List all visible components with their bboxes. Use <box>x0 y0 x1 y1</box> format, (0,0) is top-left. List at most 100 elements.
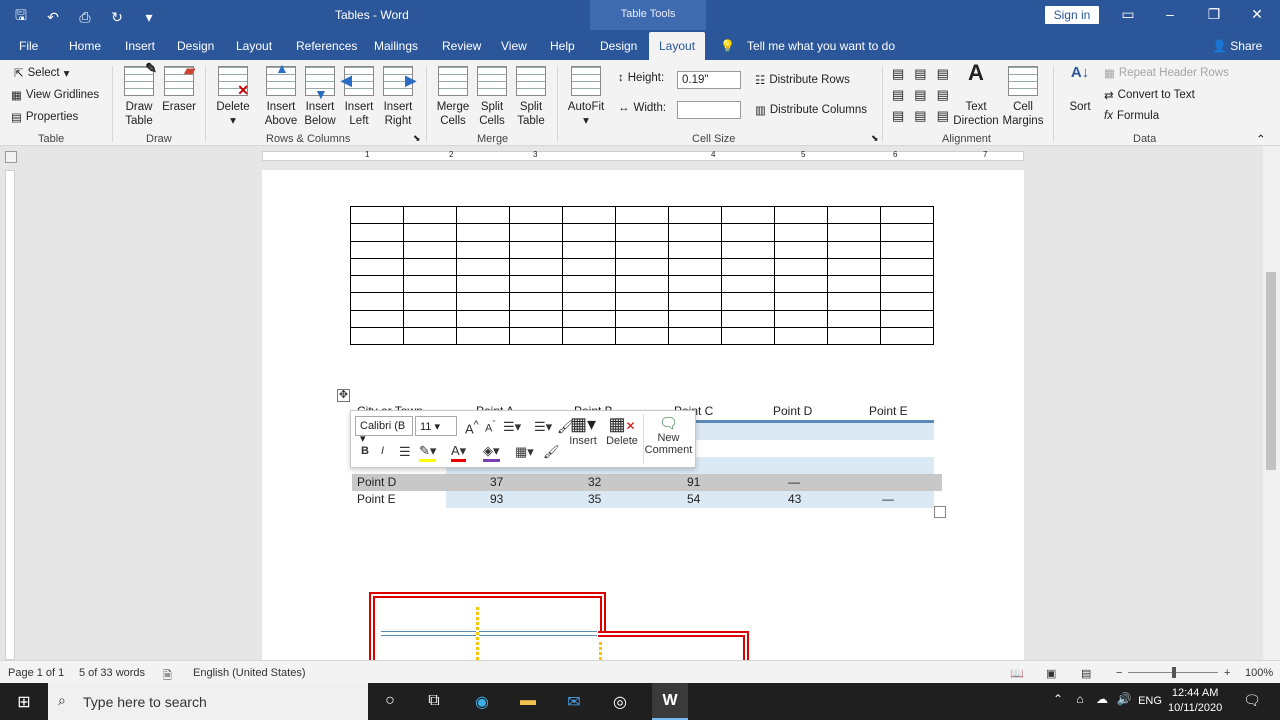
cortana-icon[interactable]: ○ <box>378 692 402 710</box>
align-bottom-center-icon[interactable]: ▤ <box>914 108 932 124</box>
header-cell[interactable]: Point D <box>773 404 812 418</box>
shrink-font-icon[interactable]: Aˇ <box>485 419 495 435</box>
borders-icon[interactable]: ▦▾ <box>515 444 534 460</box>
distribute-columns-button[interactable]: ▥ Distribute Columns <box>755 103 867 117</box>
table-cell[interactable]: — <box>882 492 894 506</box>
table-cell[interactable]: — <box>788 475 800 489</box>
ribbon-display-icon[interactable]: ▭ <box>1117 6 1139 23</box>
print-layout-icon[interactable]: ▣ <box>1046 667 1056 680</box>
row-label[interactable]: Point D <box>357 475 396 489</box>
ruler-tab-selector[interactable] <box>5 151 17 163</box>
insert-right-button[interactable]: ▶ Insert Right <box>379 66 417 128</box>
word-count[interactable]: 5 of 33 words <box>79 667 145 679</box>
save-icon[interactable]: 🖫 <box>12 5 30 29</box>
table-cell[interactable]: 35 <box>588 492 601 506</box>
clock[interactable]: 12:44 AM 10/11/2020 <box>1168 686 1222 716</box>
bordered-table-shape[interactable] <box>369 592 606 660</box>
mini-new-comment-button[interactable]: 🗨 New Comment <box>643 414 693 464</box>
convert-to-text-button[interactable]: ⇄ Convert to Text <box>1104 88 1195 102</box>
mini-insert-button[interactable]: ▦▾ Insert <box>563 414 603 464</box>
row-label[interactable]: Point E <box>357 492 396 506</box>
autofit-button[interactable]: AutoFit ▾ <box>565 66 607 128</box>
share-button[interactable]: 👤 Share <box>1212 39 1262 53</box>
zoom-slider-thumb[interactable] <box>1172 667 1176 678</box>
dialog-launcher-icon[interactable]: ⬊ <box>413 133 421 144</box>
language-indicator[interactable]: English (United States) <box>193 667 306 679</box>
delete-button[interactable]: ✕ Delete ▾ <box>214 66 252 128</box>
insert-below-button[interactable]: ▼ Insert Below <box>301 66 339 128</box>
numbering-icon[interactable]: ☰▾ <box>534 419 552 435</box>
align-top-center-icon[interactable]: ▤ <box>914 66 932 82</box>
table-cell[interactable]: 37 <box>490 475 503 489</box>
align-center-icon[interactable]: ☰ <box>399 444 411 460</box>
tab-design[interactable]: Design <box>177 39 214 53</box>
tab-table-layout[interactable]: Layout <box>649 32 706 60</box>
tab-view[interactable]: View <box>501 39 527 53</box>
restore-icon[interactable]: ❐ <box>1203 6 1225 23</box>
align-top-left-icon[interactable]: ▤ <box>892 66 910 82</box>
tab-mailings[interactable]: Mailings <box>374 39 418 53</box>
zoom-out-icon[interactable]: − <box>1116 667 1122 679</box>
table-move-handle-icon[interactable]: ✥ <box>337 389 350 402</box>
language-icon[interactable]: ENG <box>1138 695 1162 707</box>
table-cell[interactable]: 32 <box>588 475 601 489</box>
web-layout-icon[interactable]: ▤ <box>1081 667 1091 680</box>
minimize-icon[interactable]: – <box>1159 6 1181 22</box>
height-input[interactable]: 0.19" <box>677 71 741 89</box>
table-cell[interactable]: 91 <box>687 475 700 489</box>
windows-start-icon[interactable]: ⊞ <box>12 692 36 712</box>
merge-cells-button[interactable]: Merge Cells <box>434 66 472 128</box>
tab-layout[interactable]: Layout <box>236 39 272 53</box>
page-count[interactable]: Page 1 of 1 <box>8 667 64 679</box>
draw-table-button[interactable]: ✎ Draw Table <box>121 61 157 128</box>
tab-table-design[interactable]: Design <box>600 39 637 53</box>
notifications-icon[interactable]: 🗨 <box>1240 692 1264 709</box>
align-center-icon[interactable]: ▤ <box>914 87 932 103</box>
split-cells-button[interactable]: Split Cells <box>473 66 511 128</box>
network-icon[interactable]: ⌂ <box>1068 692 1092 706</box>
split-table-button[interactable]: Split Table <box>512 66 550 128</box>
table-cell[interactable]: 43 <box>788 492 801 506</box>
table-cell[interactable]: 93 <box>490 492 503 506</box>
tab-references[interactable]: References <box>296 39 357 53</box>
align-center-left-icon[interactable]: ▤ <box>892 87 910 103</box>
customize-qat-icon[interactable]: ▾ <box>140 9 158 26</box>
cloud-icon[interactable]: ☁ <box>1090 692 1114 706</box>
zoom-level[interactable]: 100% <box>1245 667 1273 679</box>
horizontal-ruler[interactable]: 1 2 3 4 5 6 7 <box>262 150 1024 161</box>
file-explorer-icon[interactable]: ▬ <box>516 692 540 710</box>
task-view-icon[interactable]: ⧉ <box>422 692 446 710</box>
header-cell[interactable]: Point E <box>869 404 908 418</box>
highlight-icon[interactable]: ✎▾ <box>419 443 437 462</box>
format-painter-icon[interactable]: 🖌 <box>543 444 560 460</box>
distribute-rows-button[interactable]: ☷ Distribute Rows <box>755 73 850 87</box>
bold-icon[interactable]: B <box>361 445 369 457</box>
tab-help[interactable]: Help <box>550 39 575 53</box>
volume-icon[interactable]: 🔊 <box>1112 692 1136 706</box>
undo-icon[interactable]: ↶ <box>44 9 62 26</box>
shading-icon[interactable]: ◈▾ <box>483 443 500 462</box>
eraser-button[interactable]: ▰ Eraser <box>161 63 197 114</box>
font-size-select[interactable]: 11 ▾ <box>415 416 457 436</box>
bordered-table-extension[interactable] <box>598 631 749 660</box>
taskbar-search-box[interactable]: ⌕ Type here to search <box>48 683 368 720</box>
text-direction-button[interactable]: A Text Direction <box>953 62 999 128</box>
dialog-launcher-icon[interactable]: ⬊ <box>871 133 879 144</box>
close-icon[interactable]: ✕ <box>1246 6 1268 23</box>
word-taskbar-icon[interactable]: W <box>652 683 688 720</box>
read-mode-icon[interactable]: 📖 <box>1010 667 1024 680</box>
sign-in-button[interactable]: Sign in <box>1045 6 1099 24</box>
align-bottom-row[interactable]: ▤ ▤ ▤ <box>892 108 955 124</box>
formula-button[interactable]: fx Formula <box>1104 110 1159 122</box>
tab-insert[interactable]: Insert <box>125 39 155 53</box>
mail-icon[interactable]: ✉ <box>562 692 586 712</box>
select-button[interactable]: ⇱ Select ▾ <box>14 66 69 80</box>
collapse-ribbon-icon[interactable]: ⌃ <box>1256 132 1266 146</box>
tell-me-search[interactable]: 💡 Tell me what you want to do <box>720 39 895 53</box>
empty-table[interactable] <box>350 205 934 346</box>
align-bottom-left-icon[interactable]: ▤ <box>892 108 910 124</box>
tab-home[interactable]: Home <box>69 39 101 53</box>
vertical-ruler[interactable] <box>5 170 15 660</box>
tab-review[interactable]: Review <box>442 39 481 53</box>
edge-icon[interactable]: ◉ <box>470 692 494 712</box>
